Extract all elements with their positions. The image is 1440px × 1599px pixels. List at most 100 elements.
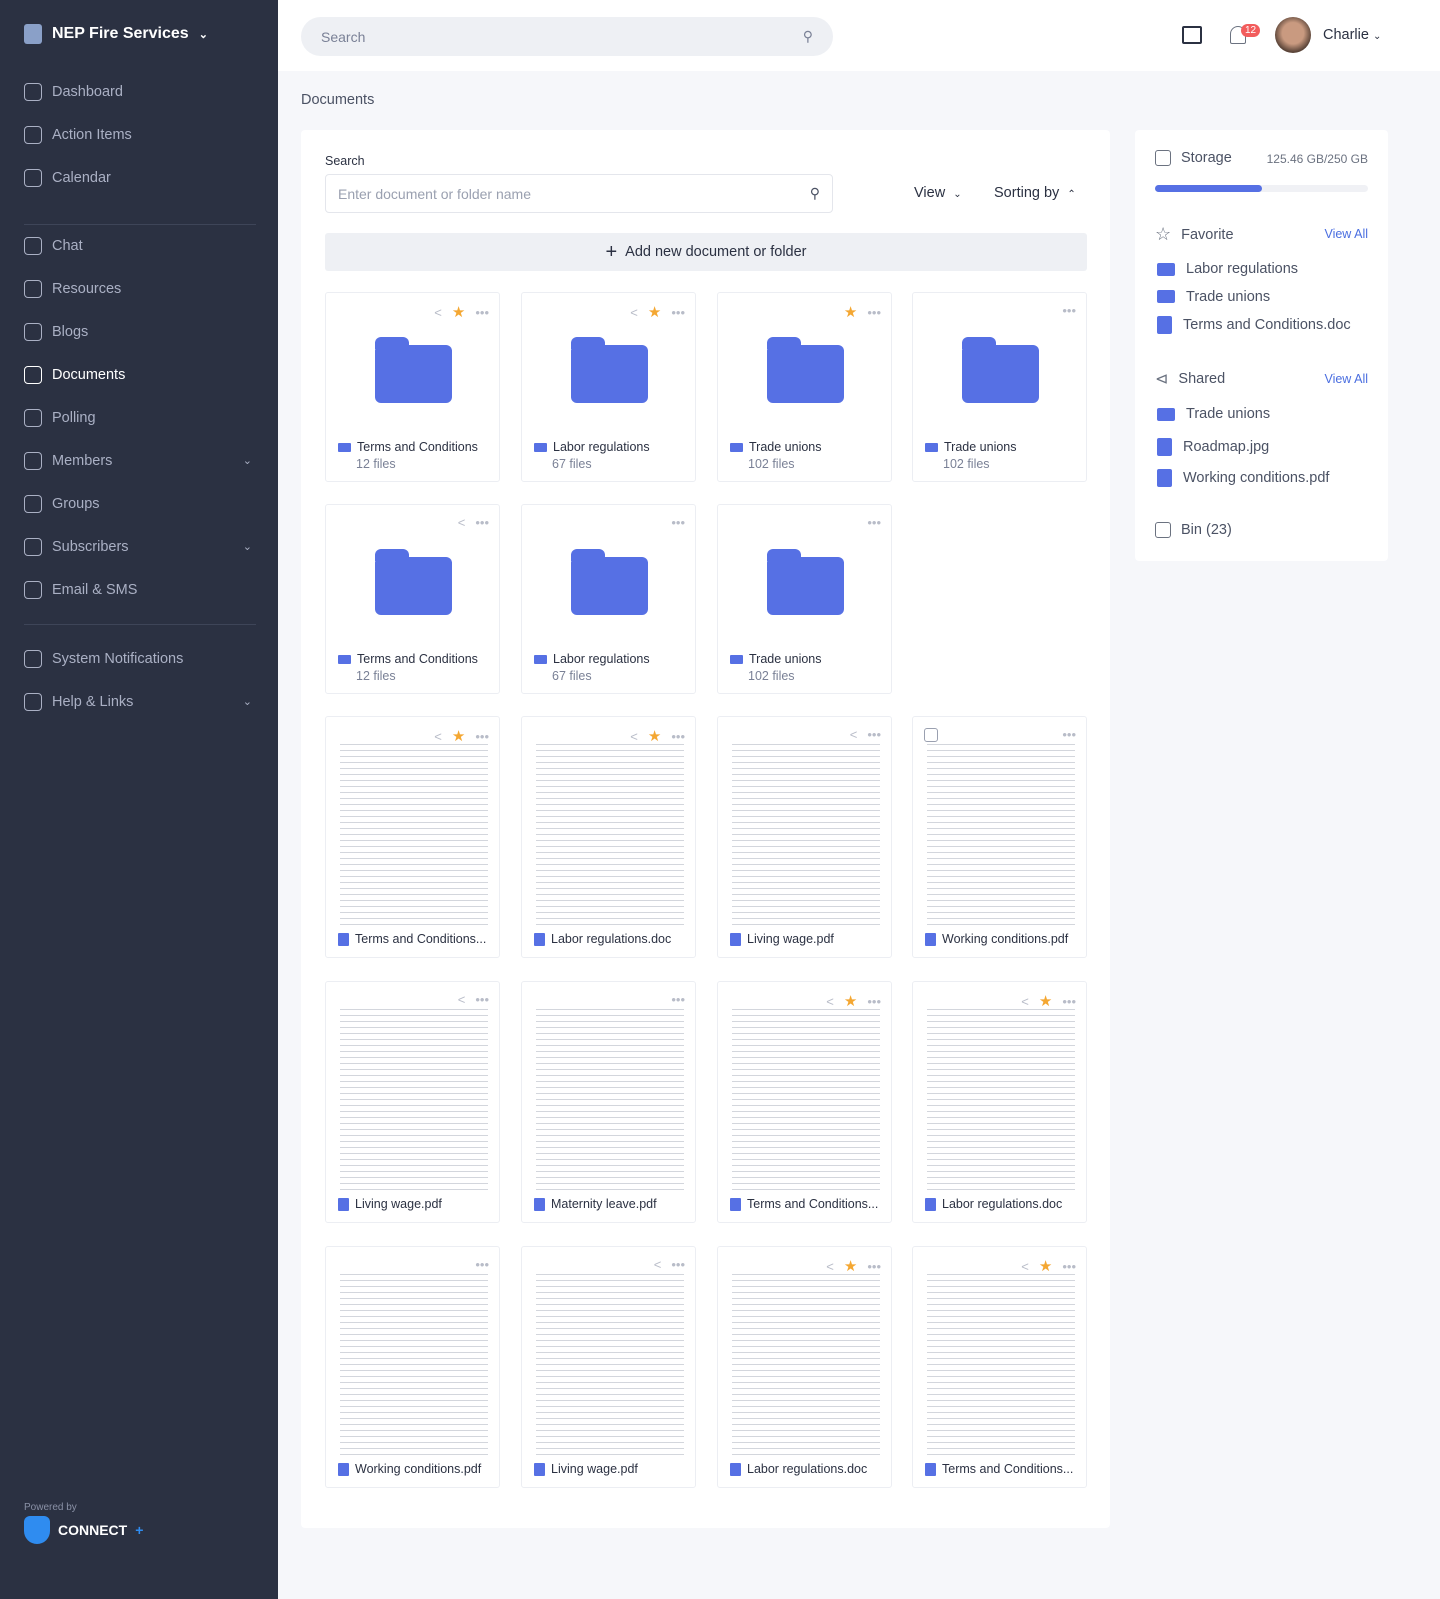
more-icon[interactable]: •••	[671, 515, 685, 530]
more-icon[interactable]: •••	[867, 994, 881, 1009]
share-icon[interactable]: <	[826, 994, 834, 1009]
chevron-down-icon[interactable]: ⌄	[243, 540, 252, 553]
more-icon[interactable]: •••	[1062, 727, 1076, 742]
sidebar-item-label: Resources	[52, 280, 122, 297]
more-icon[interactable]: •••	[475, 305, 489, 320]
favorites-item[interactable]: Trade unions	[1157, 289, 1270, 305]
favorites-item[interactable]: Labor regulations	[1157, 261, 1298, 277]
more-icon[interactable]: •••	[671, 729, 685, 744]
folder-card[interactable]: ••• Trade unions 102 files	[912, 292, 1087, 482]
document-preview	[927, 1006, 1075, 1191]
sidebar-item-chat[interactable]: Chat	[24, 224, 256, 267]
share-icon[interactable]: <	[654, 1257, 662, 1272]
star-icon[interactable]: ★	[1039, 992, 1052, 1010]
more-icon[interactable]: •••	[475, 729, 489, 744]
more-icon[interactable]: •••	[475, 515, 489, 530]
document-card[interactable]: < ★ ••• Labor regulations.doc	[717, 1246, 892, 1488]
chevron-down-icon: ⌄	[953, 189, 962, 200]
sidebar-item-groups[interactable]: Groups	[24, 482, 256, 525]
sidebar-item-system-notifications[interactable]: System Notifications	[24, 637, 256, 680]
star-icon[interactable]: ★	[452, 303, 465, 321]
chevron-down-icon: ⌄	[1372, 31, 1382, 42]
more-icon[interactable]: •••	[1062, 303, 1076, 318]
folder-count: 67 files	[552, 457, 592, 471]
more-icon[interactable]: •••	[671, 992, 685, 1007]
document-card[interactable]: < ★ ••• Labor regulations.doc	[912, 981, 1087, 1223]
more-icon[interactable]: •••	[475, 1257, 489, 1272]
chat-icon[interactable]	[1182, 26, 1202, 44]
share-icon[interactable]: <	[630, 305, 638, 320]
shared-item[interactable]: Roadmap.jpg	[1157, 437, 1269, 456]
sorting-dropdown[interactable]: Sorting by ⌃	[994, 185, 1076, 201]
more-icon[interactable]: •••	[1062, 994, 1076, 1009]
document-card[interactable]: < ★ ••• Terms and Conditions...	[717, 981, 892, 1223]
sidebar-item-help-links[interactable]: Help & Links ⌄	[24, 680, 256, 723]
bin-link[interactable]: Bin (23)	[1155, 522, 1232, 538]
share-icon[interactable]: <	[850, 727, 858, 742]
document-card[interactable]: ••• Maternity leave.pdf	[521, 981, 696, 1223]
document-card[interactable]: ••• Working conditions.pdf	[912, 716, 1087, 958]
star-icon[interactable]: ★	[648, 727, 661, 745]
star-icon[interactable]: ★	[452, 727, 465, 745]
share-icon[interactable]: <	[434, 729, 442, 744]
sidebar-item-subscribers[interactable]: Subscribers ⌄	[24, 525, 256, 568]
user-menu[interactable]: Charlie ⌄	[1323, 27, 1381, 43]
favorites-item[interactable]: Terms and Conditions.doc	[1157, 316, 1351, 334]
sidebar-item-dashboard[interactable]: Dashboard	[24, 70, 256, 113]
sidebar-item-calendar[interactable]: Calendar	[24, 156, 256, 199]
folder-card[interactable]: ••• Labor regulations 67 files	[521, 504, 696, 694]
star-icon[interactable]: ★	[648, 303, 661, 321]
more-icon[interactable]: •••	[671, 1257, 685, 1272]
folder-card[interactable]: ★ ••• Trade unions 102 files	[717, 292, 892, 482]
favorite-view-all-link[interactable]: View All	[1324, 227, 1368, 241]
avatar[interactable]	[1275, 17, 1311, 53]
document-card[interactable]: < ★ ••• Terms and Conditions...	[912, 1246, 1087, 1488]
share-icon[interactable]: <	[826, 1259, 834, 1274]
sidebar-item-email-sms[interactable]: Email & SMS	[24, 568, 256, 611]
star-icon[interactable]: ★	[844, 992, 857, 1010]
document-card[interactable]: < ★ ••• Labor regulations.doc	[521, 716, 696, 958]
sidebar-item-members[interactable]: Members ⌄	[24, 439, 256, 482]
sidebar-item-action-items[interactable]: Action Items	[24, 113, 256, 156]
more-icon[interactable]: •••	[1062, 1259, 1076, 1274]
document-card[interactable]: < ••• Living wage.pdf	[521, 1246, 696, 1488]
share-icon[interactable]: <	[434, 305, 442, 320]
folder-card[interactable]: < ••• Terms and Conditions 12 files	[325, 504, 500, 694]
share-icon[interactable]: <	[458, 992, 466, 1007]
more-icon[interactable]: •••	[475, 992, 489, 1007]
add-document-button[interactable]: + Add new document or folder	[325, 233, 1087, 271]
star-icon[interactable]: ★	[1039, 1257, 1052, 1275]
folder-card[interactable]: < ★ ••• Labor regulations 67 files	[521, 292, 696, 482]
document-search-input[interactable]: Enter document or folder name ⚲	[325, 174, 833, 213]
more-icon[interactable]: •••	[867, 305, 881, 320]
star-icon[interactable]: ★	[844, 303, 857, 321]
sidebar-item-blogs[interactable]: Blogs	[24, 310, 256, 353]
more-icon[interactable]: •••	[867, 727, 881, 742]
view-dropdown[interactable]: View ⌄	[914, 185, 962, 201]
org-switcher[interactable]: NEP Fire Services ⌄	[24, 24, 208, 44]
chevron-down-icon[interactable]: ⌄	[243, 454, 252, 467]
global-search-input[interactable]: Search ⚲	[301, 17, 833, 56]
sidebar-item-documents[interactable]: Documents	[24, 353, 256, 396]
sidebar-item-resources[interactable]: Resources	[24, 267, 256, 310]
shared-item[interactable]: Working conditions.pdf	[1157, 469, 1329, 487]
folder-card[interactable]: < ★ ••• Terms and Conditions 12 files	[325, 292, 500, 482]
document-card[interactable]: < ••• Living wage.pdf	[325, 981, 500, 1223]
folder-card[interactable]: ••• Trade unions 102 files	[717, 504, 892, 694]
star-icon[interactable]: ★	[844, 1257, 857, 1275]
shared-item[interactable]: Trade unions	[1157, 406, 1270, 422]
more-icon[interactable]: •••	[867, 1259, 881, 1274]
document-card[interactable]: ••• Working conditions.pdf	[325, 1246, 500, 1488]
chevron-down-icon[interactable]: ⌄	[243, 695, 252, 708]
select-checkbox[interactable]	[924, 728, 938, 742]
shared-view-all-link[interactable]: View All	[1324, 372, 1368, 386]
more-icon[interactable]: •••	[671, 305, 685, 320]
document-card[interactable]: < ••• Living wage.pdf	[717, 716, 892, 958]
share-icon[interactable]: <	[630, 729, 638, 744]
document-card[interactable]: < ★ ••• Terms and Conditions...	[325, 716, 500, 958]
share-icon[interactable]: <	[1021, 994, 1029, 1009]
sidebar-item-polling[interactable]: Polling	[24, 396, 256, 439]
share-icon[interactable]: <	[458, 515, 466, 530]
share-icon[interactable]: <	[1021, 1259, 1029, 1274]
more-icon[interactable]: •••	[867, 515, 881, 530]
